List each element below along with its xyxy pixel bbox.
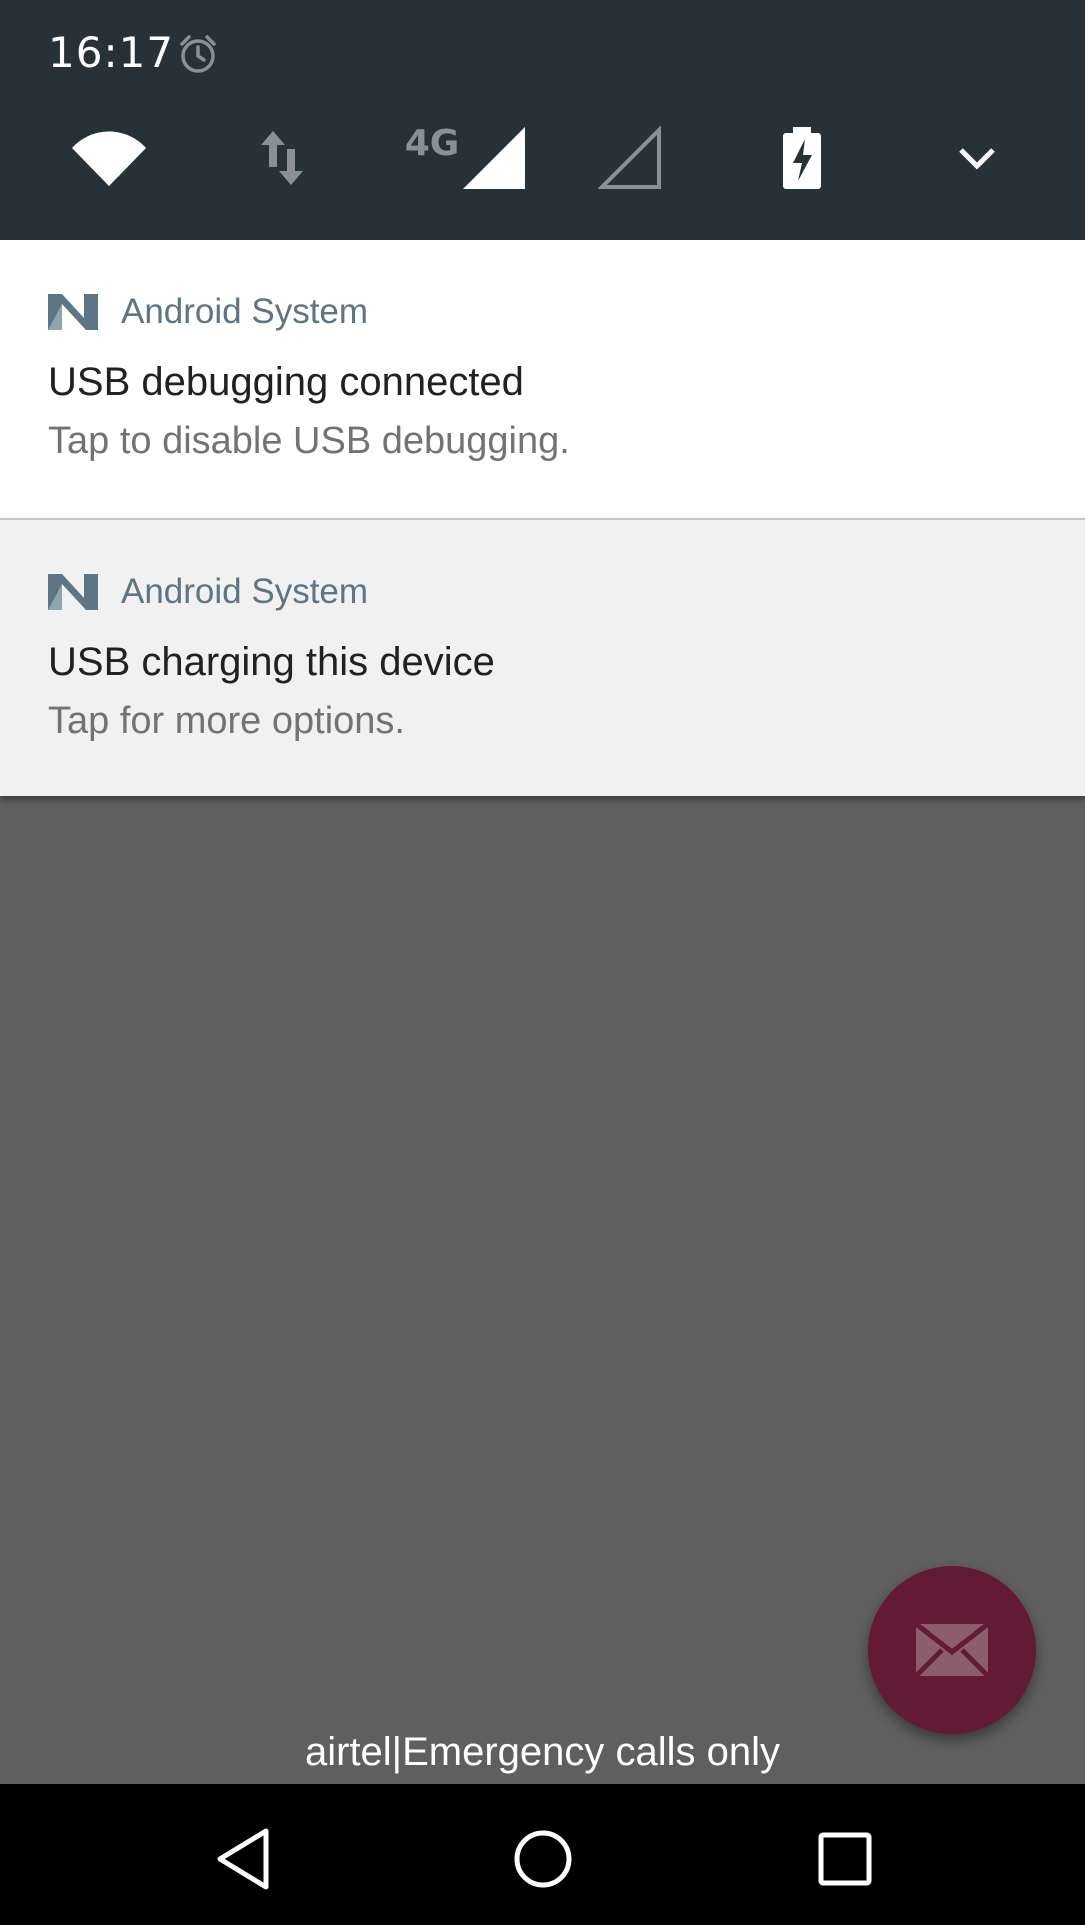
back-icon	[217, 1828, 269, 1890]
cellular-sim2-toggle[interactable]	[595, 118, 665, 198]
mail-icon	[914, 1622, 990, 1678]
carrier-text: airtel|Emergency calls only	[304, 1730, 781, 1774]
notification-text: Tap for more options.	[48, 700, 405, 742]
battery-toggle[interactable]	[775, 118, 829, 198]
quick-settings-header: 16:17 4G	[0, 0, 1085, 240]
cell-signal-icon	[463, 127, 526, 189]
cell-signal-empty-icon	[598, 126, 661, 189]
wifi-toggle[interactable]	[68, 118, 150, 198]
cellular-toggle[interactable]: 4G	[400, 118, 530, 198]
alarm-icon	[180, 35, 216, 73]
data-transfer-icon	[261, 131, 303, 185]
android-system-icon	[48, 574, 98, 610]
back-button[interactable]	[198, 1814, 288, 1904]
expand-chevron-icon	[959, 148, 995, 170]
notification-usb-charging[interactable]: Android System USB charging this device …	[0, 520, 1085, 796]
recents-button[interactable]	[800, 1814, 890, 1904]
battery-charging-icon	[783, 127, 821, 189]
android-system-icon	[48, 294, 98, 330]
data-transfer-toggle[interactable]	[250, 118, 314, 198]
recents-icon	[818, 1832, 872, 1886]
network-type-label: 4G	[404, 122, 460, 164]
navigation-bar	[0, 1784, 1085, 1925]
compose-email-button[interactable]	[868, 1566, 1036, 1734]
wifi-icon	[72, 131, 146, 186]
notification-title: USB charging this device	[48, 640, 495, 684]
notification-app-name: Android System	[121, 572, 369, 611]
notification-text: Tap to disable USB debugging.	[48, 420, 570, 462]
notification-title: USB debugging connected	[48, 360, 524, 404]
notification-usb-debugging[interactable]: Android System USB debugging connected T…	[0, 240, 1085, 520]
status-clock: 16:17	[48, 28, 175, 77]
notification-app-name: Android System	[121, 292, 369, 331]
home-icon	[514, 1830, 572, 1888]
expand-quick-settings-button[interactable]	[950, 118, 1004, 198]
home-button[interactable]	[498, 1814, 588, 1904]
